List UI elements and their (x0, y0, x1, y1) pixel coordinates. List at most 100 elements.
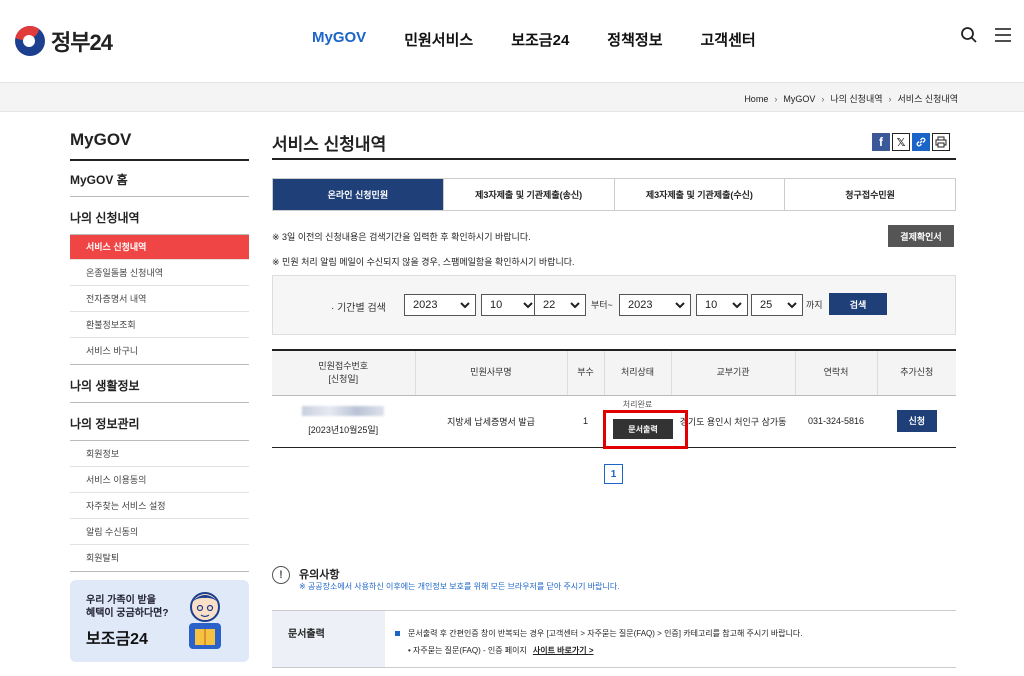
sidebar-subitem-favorite-services[interactable]: 자주찾는 서비스 설정 (70, 493, 249, 519)
nav-policy-info[interactable]: 정책정보 (607, 29, 662, 50)
link-icon[interactable] (912, 133, 930, 151)
bullet-icon (395, 631, 400, 637)
to-month-value: 10 (705, 299, 718, 311)
from-day-value: 22 (543, 299, 556, 311)
cell-service-name: 지방세 납세증명서 발급 (415, 395, 568, 448)
sidebar-subitem-e-certificates[interactable]: 전자증명서 내역 (70, 286, 249, 312)
nav-customer-center[interactable]: 고객센터 (701, 29, 756, 50)
col-issuing-agency: 교부기관 (671, 350, 796, 396)
chevron-down-icon (732, 302, 742, 309)
menu-icon[interactable] (994, 27, 1012, 43)
col-service-name: 민원사무명 (415, 350, 568, 396)
col-status: 처리상태 (604, 350, 672, 396)
nav-subsidy24[interactable]: 보조금24 (511, 29, 569, 50)
cell-additional-apply: 신청 (877, 395, 956, 448)
col-contact: 연락처 (795, 350, 878, 396)
sidebar-item-my-applications[interactable]: 나의 신청내역 (70, 197, 249, 235)
sidebar-title: MyGOV (70, 130, 249, 161)
to-day-value: 25 (760, 299, 773, 311)
info-line-2-text: • 자주묻는 질문(FAQ) - 인증 페이지 (408, 646, 527, 655)
info-box-content: 문서출력 후 간편인증 창이 반복되는 경우 [고객센터 > 자주묻는 질문(F… (385, 611, 956, 667)
tab-third-party-sent[interactable]: 제3자제출 및 기관제출(송신) (444, 179, 615, 210)
notice-title: 유의사항 (299, 569, 340, 581)
sidebar-subitem-notification-consent[interactable]: 알림 수신동의 (70, 519, 249, 545)
chevron-down-icon (570, 302, 580, 309)
x-twitter-icon[interactable]: 𝕏 (892, 133, 910, 151)
period-search-label: · 기간별 검색 (331, 303, 386, 314)
breadcrumb-mygov[interactable]: MyGOV (783, 94, 815, 104)
payment-receipt-button[interactable]: 결제확인서 (888, 225, 954, 247)
breadcrumb-bar: Home › MyGOV › 나의 신청내역 › 서비스 신청내역 (0, 82, 1024, 112)
sidebar-subitem-service-basket[interactable]: 서비스 바구니 (70, 338, 249, 364)
sidebar-subitem-member-info[interactable]: 회원정보 (70, 441, 249, 467)
tab-claim-applications[interactable]: 청구접수민원 (785, 179, 955, 210)
period-search-box: · 기간별 검색 2023 10 22 부터~ 2023 10 25 까지 검색 (272, 275, 956, 335)
col-additional-apply: 추가신청 (877, 350, 956, 396)
to-month-select[interactable]: 10 (696, 294, 748, 316)
sidebar-item-life-info[interactable]: 나의 생활정보 (70, 365, 249, 403)
title-divider (272, 158, 956, 160)
facebook-icon[interactable]: f (872, 133, 890, 151)
from-day-select[interactable]: 22 (534, 294, 586, 316)
exclamation-icon: ! (272, 566, 290, 584)
to-year-select[interactable]: 2023 (619, 294, 691, 316)
cell-copies: 1 (567, 395, 605, 448)
sidebar-subitem-service-applications[interactable]: 서비스 신청내역 (70, 235, 249, 260)
chevron-down-icon (523, 302, 533, 309)
cell-receipt-number: [2023년10월25일] (272, 395, 416, 448)
sidebar-subitem-withdrawal[interactable]: 회원탈퇴 (70, 545, 249, 571)
col-copies: 부수 (567, 350, 605, 396)
redacted-receipt-number (302, 406, 385, 416)
logo-text: 정부24 (51, 30, 113, 55)
from-year-select[interactable]: 2023 (404, 294, 476, 316)
info-line-1: 문서출력 후 간편인증 창이 반복되는 경우 [고객센터 > 자주묻는 질문(F… (395, 625, 956, 642)
breadcrumb-my-applications[interactable]: 나의 신청내역 (830, 92, 882, 105)
info-box-label: 문서출력 (272, 611, 385, 667)
sidebar-subitem-all-day-care[interactable]: 온종일돌봄 신청내역 (70, 260, 249, 286)
government-emblem-icon (15, 26, 45, 56)
sidebar-submenu-applications: 서비스 신청내역 온종일돌봄 신청내역 전자증명서 내역 환불정보조회 서비스 … (70, 235, 249, 365)
breadcrumb: Home › MyGOV › 나의 신청내역 › 서비스 신청내역 (744, 92, 958, 105)
col-receipt-number: 민원접수번호 [신청일] (272, 350, 416, 396)
apply-button[interactable]: 신청 (896, 410, 937, 432)
info-line-2: • 자주묻는 질문(FAQ) - 인증 페이지 사이트 바로가기 > (395, 642, 956, 659)
header-icons (960, 26, 1012, 44)
nav-civil-service[interactable]: 민원서비스 (404, 29, 473, 50)
share-buttons: f 𝕏 (872, 133, 950, 151)
breadcrumb-home[interactable]: Home (744, 94, 768, 104)
notice-spam-mail: ※ 민원 처리 알림 메일이 수신되지 않을 경우, 스팸메일함을 확인하시기 … (272, 257, 575, 267)
to-suffix: 까지 (806, 300, 823, 310)
sidebar-item-mygov-home[interactable]: MyGOV 홈 (70, 161, 249, 197)
sidebar-subitem-refund-info[interactable]: 환불정보조회 (70, 312, 249, 338)
chevron-down-icon (460, 302, 470, 309)
faq-site-link[interactable]: 사이트 바로가기 > (533, 646, 594, 655)
from-suffix: 부터~ (591, 300, 613, 310)
to-year-value: 2023 (628, 299, 653, 311)
print-icon[interactable] (932, 133, 950, 151)
nav-mygov[interactable]: MyGOV (312, 29, 366, 50)
tab-third-party-received[interactable]: 제3자제출 및 기관제출(수신) (615, 179, 786, 210)
to-day-select[interactable]: 25 (751, 294, 803, 316)
from-year-value: 2023 (413, 299, 438, 311)
from-month-select[interactable]: 10 (481, 294, 539, 316)
pagination-page-1[interactable]: 1 (604, 464, 623, 484)
chevron-right-icon: › (888, 93, 892, 104)
status-text: 처리완료 (622, 399, 653, 409)
cell-application-date: [2023년10월25일] (308, 425, 379, 435)
notice-text: ※ 공공장소에서 사용하신 이후에는 개인정보 보호를 위해 모든 브라우저를 … (299, 582, 620, 591)
search-icon[interactable] (960, 26, 978, 44)
tab-online-applications[interactable]: 온라인 신청민원 (273, 179, 444, 210)
page-title: 서비스 신청내역 (272, 135, 387, 154)
notice-search-period: ※ 3일 이전의 신청내용은 검색기간을 입력한 후 확인하시기 바랍니다. (272, 232, 531, 242)
sidebar: MyGOV MyGOV 홈 나의 신청내역 서비스 신청내역 온종일돌봄 신청내… (70, 130, 249, 572)
sidebar-item-info-management[interactable]: 나의 정보관리 (70, 403, 249, 441)
from-month-value: 10 (490, 299, 503, 311)
subsidy24-banner[interactable]: 우리 가족이 받을 혜택이 궁금하다면? 보조금24 (70, 580, 249, 662)
site-header: 정부24 MyGOV 민원서비스 보조금24 정책정보 고객센터 (0, 0, 1024, 82)
sidebar-submenu-info-management: 회원정보 서비스 이용동의 자주찾는 서비스 설정 알림 수신동의 회원탈퇴 (70, 441, 249, 572)
sidebar-subitem-service-consent[interactable]: 서비스 이용동의 (70, 467, 249, 493)
search-button[interactable]: 검색 (829, 293, 887, 315)
site-logo[interactable]: 정부24 (15, 25, 113, 57)
chevron-down-icon (787, 302, 797, 309)
tab-bar: 온라인 신청민원 제3자제출 및 기관제출(송신) 제3자제출 및 기관제출(수… (272, 178, 956, 211)
